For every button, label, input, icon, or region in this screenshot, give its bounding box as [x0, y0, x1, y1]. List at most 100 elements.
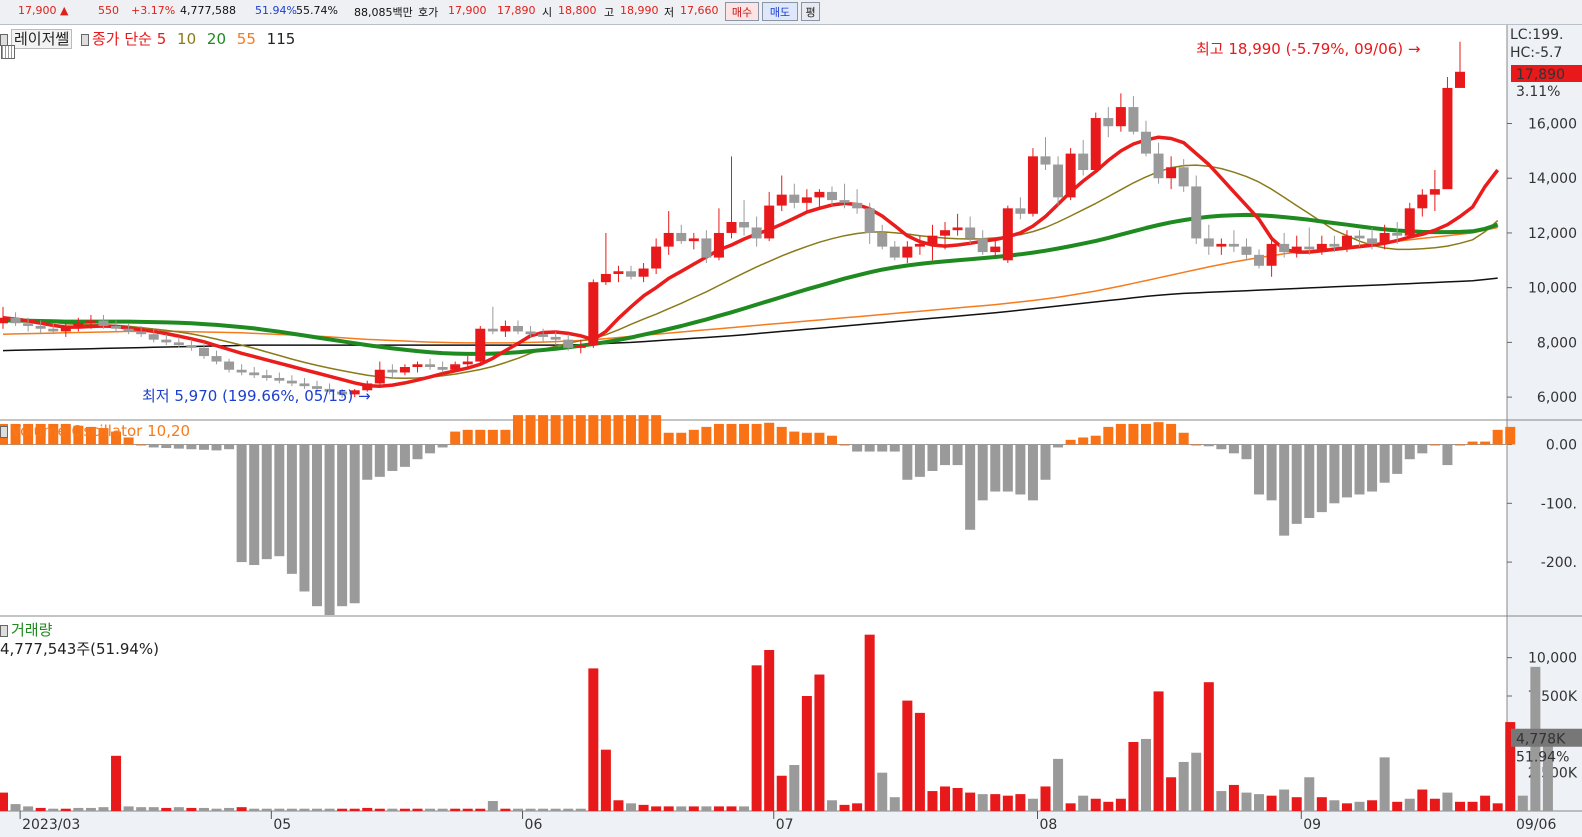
oscillator-bar: [437, 444, 448, 448]
volume-bar: [1467, 801, 1478, 811]
oscillator-bar: [990, 444, 1001, 492]
candle-body: [1191, 186, 1202, 239]
candle-body: [1065, 153, 1076, 198]
candle: [1090, 112, 1101, 173]
volume-bar: [1379, 757, 1390, 811]
candle-body: [1279, 243, 1290, 253]
candle-body: [450, 364, 461, 370]
hc-label: HC:-5.7: [1510, 45, 1562, 61]
ma-handle-icon[interactable]: [80, 33, 89, 46]
volume-bar: [1228, 784, 1239, 811]
candle-body: [123, 328, 134, 332]
volume-bar: [261, 808, 272, 811]
grid-toggle-icon[interactable]: [1, 45, 15, 59]
volume-bar: [1517, 795, 1528, 811]
volume-bar: [374, 808, 385, 811]
candle-body: [1166, 167, 1177, 179]
volume-bar: [111, 755, 122, 811]
oscillator-bar: [600, 415, 611, 445]
buy-button[interactable]: 매수: [725, 2, 759, 21]
oscillator-bar: [475, 429, 486, 445]
oscillator-bar: [764, 422, 775, 445]
volume-bar: [98, 807, 109, 811]
candle-body: [487, 328, 498, 332]
volume-bar: [399, 808, 410, 811]
oscillator-bar: [676, 432, 687, 445]
volume-bar: [626, 803, 637, 811]
candle-body: [98, 320, 109, 326]
oscillator-bar: [1191, 444, 1202, 446]
oscillator-bar: [538, 415, 549, 445]
candle-body: [701, 238, 712, 258]
volume-bar: [148, 807, 159, 811]
candle: [475, 325, 486, 365]
oscillator-bar: [1153, 422, 1164, 445]
candle-body: [713, 232, 724, 258]
volume-bar: [588, 668, 599, 811]
volume-bar: [425, 808, 436, 811]
sell-button[interactable]: 매도: [762, 2, 798, 21]
candle-body: [1354, 235, 1365, 239]
candle-body: [85, 320, 96, 324]
volume-bar: [1166, 777, 1177, 811]
candle-body: [600, 273, 611, 283]
oscillator-bar: [512, 415, 523, 445]
oscillator-bar: [374, 444, 385, 477]
candle-body: [676, 232, 687, 242]
candle-body: [1266, 243, 1277, 266]
high-annotation: 최고 18,990 (-5.79%, 09/06) →: [1196, 40, 1421, 58]
candle-body: [776, 194, 787, 206]
osc-tick-label: -100.: [1541, 496, 1577, 512]
volume-bar: [914, 712, 925, 811]
oscillator-bar: [450, 431, 461, 445]
candle-body: [261, 375, 272, 378]
stock-chart[interactable]: 6,000 8,000 10,000 12,000 14,000 16,000 LC:199…: [0, 25, 1582, 837]
oscillator-bar: [500, 429, 511, 445]
oscillator-bar: [136, 444, 147, 446]
candle-body: [563, 339, 574, 348]
candle: [588, 279, 599, 348]
candle-body: [1053, 164, 1064, 198]
candle-body: [1103, 118, 1114, 127]
oscillator-bar: [638, 415, 649, 445]
oscillator-handle-icon[interactable]: [0, 425, 8, 438]
volume-bar: [274, 808, 285, 811]
volume-bar: [550, 808, 561, 811]
candle-body: [839, 200, 850, 203]
oscillator-bar: [1228, 444, 1239, 454]
price-tick-label: 14,000: [1528, 171, 1577, 187]
candle-body: [726, 222, 737, 233]
oscillator-bar: [211, 444, 222, 451]
volume-bar: [1216, 791, 1227, 811]
volume-bar: [1040, 786, 1051, 811]
oscillator-bar: [299, 444, 310, 592]
volume-bar: [337, 808, 348, 811]
volume-bar: [173, 807, 184, 811]
candle-body: [60, 325, 71, 332]
volume-bar: [1103, 801, 1114, 811]
candle-body: [1429, 189, 1440, 195]
candle-body: [550, 336, 561, 340]
date-tick-label: 09: [1303, 817, 1321, 833]
volume-handle-icon[interactable]: [0, 624, 8, 637]
candle-body: [739, 222, 750, 228]
volume-bar: [1404, 798, 1415, 811]
candle-body: [10, 317, 21, 324]
volume-bar: [889, 797, 900, 811]
volume-bar: [299, 808, 310, 811]
volume-bar: [186, 807, 197, 811]
candle-body: [1203, 238, 1214, 247]
oscillator-bar: [739, 423, 750, 445]
volume-bar: [613, 800, 624, 811]
volume-bar: [1140, 738, 1151, 811]
eval-button[interactable]: 평: [801, 2, 820, 21]
oscillator-bar: [814, 432, 825, 445]
date-end-label: 09/06: [1516, 817, 1556, 833]
oscillator-bar: [1367, 444, 1378, 492]
oscillator-bar: [1090, 435, 1101, 445]
candle-body: [437, 367, 448, 370]
oscillator-bar: [1040, 444, 1051, 480]
panel-handle-icon[interactable]: [0, 33, 8, 46]
oscillator-bar: [877, 444, 888, 452]
oscillator-bar: [1103, 426, 1114, 445]
